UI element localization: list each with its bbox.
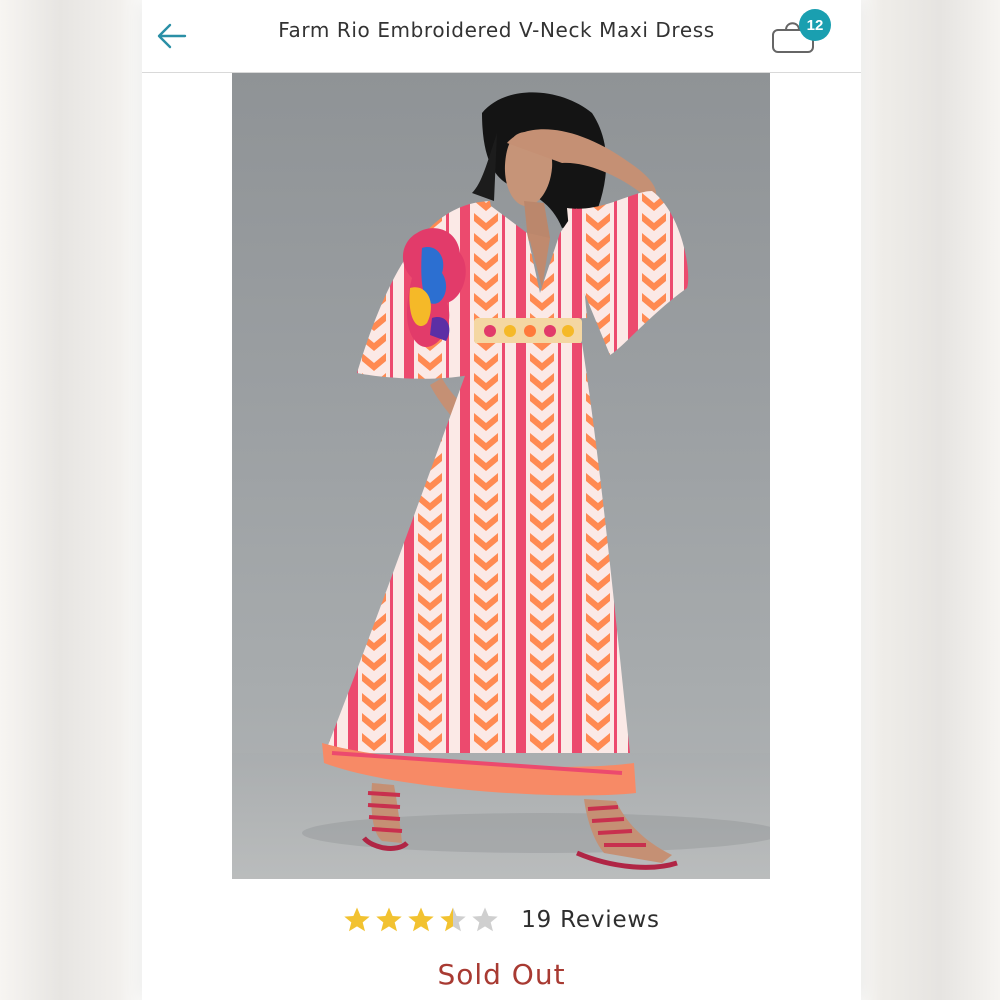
star-icon [472, 907, 498, 932]
star-icon [408, 907, 434, 932]
product-image[interactable] [232, 73, 770, 879]
sold-out-status: Sold Out [437, 958, 566, 991]
top-navigation-bar: Farm Rio Embroidered V-Neck Maxi Dress 1… [142, 0, 861, 73]
back-button[interactable] [152, 16, 192, 56]
product-page: Farm Rio Embroidered V-Neck Maxi Dress 1… [142, 0, 861, 1000]
reviews-link[interactable]: 19 Reviews [521, 907, 660, 933]
star-icon [376, 907, 402, 932]
product-image-illustration [232, 92, 770, 879]
page-title: Farm Rio Embroidered V-Neck Maxi Dress [278, 18, 715, 42]
star-icon [440, 907, 466, 932]
cart-count-badge: 12 [799, 9, 831, 41]
star-rating [343, 906, 499, 934]
rating-row: 19 Reviews [142, 900, 861, 940]
star-icon [344, 907, 370, 932]
arrow-left-icon [157, 23, 187, 49]
